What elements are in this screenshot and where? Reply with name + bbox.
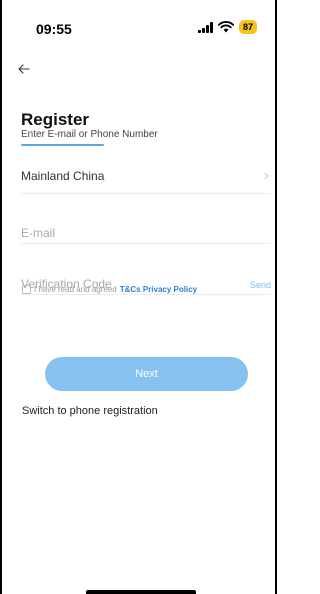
next-button[interactable]: Next <box>45 357 248 391</box>
title-underline <box>21 144 104 146</box>
arrow-left-icon <box>18 64 30 74</box>
region-selector[interactable]: Mainland China <box>21 163 271 194</box>
chevron-right-icon <box>264 172 269 180</box>
email-field-container <box>21 195 271 244</box>
page-subtitle: Enter E-mail or Phone Number <box>21 129 158 140</box>
status-bar: 09:55 87 <box>0 0 277 48</box>
email-input[interactable] <box>21 226 271 240</box>
terms-privacy-link[interactable]: T&Cs Privacy Policy <box>120 285 197 294</box>
signal-icon <box>198 21 213 33</box>
status-icons: 87 <box>198 20 257 34</box>
send-code-button[interactable]: Send <box>250 280 271 290</box>
agreement-row: I have read and agreed T&Cs Privacy Poli… <box>22 283 197 295</box>
home-indicator <box>86 590 196 594</box>
back-button[interactable] <box>18 57 42 81</box>
status-time: 09:55 <box>36 21 72 37</box>
switch-to-phone-link[interactable]: Switch to phone registration <box>22 405 158 417</box>
register-screen: 09:55 87 Register Enter E-mail or Phone … <box>0 0 277 594</box>
device-frame-right <box>275 0 277 594</box>
agreement-checkbox[interactable] <box>22 284 31 294</box>
region-label: Mainland China <box>21 169 105 183</box>
page-title: Register <box>21 110 90 129</box>
battery-badge: 87 <box>238 20 257 34</box>
device-frame-left <box>0 0 2 594</box>
agreement-text: I have read and agreed <box>34 284 117 294</box>
wifi-icon <box>217 21 234 33</box>
